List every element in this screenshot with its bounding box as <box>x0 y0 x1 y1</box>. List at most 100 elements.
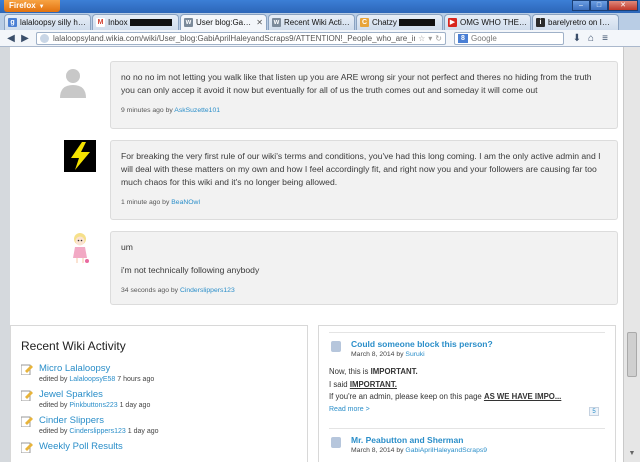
menu-icon[interactable]: ≡ <box>598 33 612 44</box>
close-tab-icon[interactable]: ✕ <box>256 18 263 27</box>
activity-time: 1 day ago <box>119 402 151 409</box>
lightning-avatar[interactable] <box>64 140 96 172</box>
forum-thread-icon <box>331 437 341 448</box>
tab-strip: g lalaloopsy silly hair ... M Inbox w Us… <box>0 13 640 30</box>
forward-button[interactable]: ▶ <box>18 32 32 45</box>
home-icon[interactable]: ⌂ <box>584 33 598 44</box>
close-window-button[interactable]: ✕ <box>608 0 638 11</box>
excerpt-text: I said <box>329 379 350 389</box>
firefox-menu-button[interactable]: Firefox ▼ <box>4 0 60 12</box>
comment-bubble: no no no im not letting you walk like th… <box>110 61 618 129</box>
tab-title: Recent Wiki Activit... <box>284 18 351 27</box>
chatzy-icon: C <box>360 18 369 27</box>
vertical-scrollbar[interactable]: ▼ <box>623 47 640 462</box>
edited-by-label: edited by <box>39 402 68 409</box>
forum-thread-meta: March 8, 2014 by Suruki <box>351 351 605 358</box>
comment-meta: 34 seconds ago by Cinderslippers123 <box>121 284 607 297</box>
comment-meta: 1 minute ago by BeaNOwl <box>121 196 607 209</box>
activity-time: 1 day ago <box>127 428 159 435</box>
gmail-icon: M <box>96 18 105 27</box>
wikia-icon: w <box>272 18 281 27</box>
tab-inbox[interactable]: M Inbox <box>92 14 179 30</box>
forum-thread-meta: March 8, 2014 by GabiAprilHaleyandScraps… <box>351 447 605 454</box>
bookmark-star-icon[interactable]: ☆ <box>418 34 425 43</box>
comment-bubble: um i'm not technically following anybody… <box>110 231 618 305</box>
google-icon: 8 <box>458 33 468 43</box>
activity-title-link[interactable]: Jewel Sparkles <box>39 389 150 400</box>
window-controls: – □ ✕ <box>572 0 638 11</box>
forum-thread-icon <box>331 341 341 352</box>
comment-text: For breaking the very first rule of our … <box>121 151 601 187</box>
tab-youtube[interactable]: ▶ OMG WHO THE H... <box>444 14 531 30</box>
edit-pencil-icon <box>21 364 33 375</box>
tab-google-search[interactable]: g lalaloopsy silly hair ... <box>4 14 91 30</box>
tab-title: lalaloopsy silly hair ... <box>20 18 87 27</box>
forum-activity-module: Could someone block this person? March 8… <box>318 325 616 462</box>
forum-author-link[interactable]: GabiAprilHaleyandScraps9 <box>405 447 487 454</box>
tab-title: User blog:GabiA... <box>196 18 255 27</box>
activity-user-link[interactable]: Cinderslippers123 <box>69 428 125 435</box>
firefox-button-label: Firefox <box>9 1 36 10</box>
maximize-button[interactable]: □ <box>590 0 608 11</box>
activity-meta: edited by Pinkbuttons223 1 day ago <box>39 402 150 409</box>
module-heading: Recent Wiki Activity <box>21 339 126 353</box>
activity-title-link[interactable]: Cinder Slippers <box>39 415 159 426</box>
back-button[interactable]: ◀ <box>4 32 18 45</box>
title-bar: Firefox ▼ – □ ✕ <box>0 0 640 13</box>
forum-thread-title-link[interactable]: Could someone block this person? <box>351 339 605 349</box>
minimize-button[interactable]: – <box>572 0 590 11</box>
activity-time: 7 hours ago <box>117 376 155 383</box>
chevron-down-icon: ▼ <box>38 4 45 10</box>
activity-title-link[interactable]: Weekly Poll Results <box>39 441 123 452</box>
excerpt-bold-underlined: IMPORTANT. <box>349 379 397 389</box>
forum-thread-date: March 8, 2014 by <box>351 351 404 358</box>
activity-item: Cinder Slippers edited by Cinderslippers… <box>21 415 297 435</box>
tab-recent-wiki-activity[interactable]: w Recent Wiki Activit... <box>268 14 355 30</box>
forum-thread-title-link[interactable]: Mr. Peabutton and Sherman <box>351 435 605 445</box>
reload-icon[interactable]: ↻ <box>435 34 442 43</box>
excerpt-bold: IMPORTANT. <box>370 367 418 376</box>
activity-meta: edited by Cinderslippers123 1 day ago <box>39 428 159 435</box>
comment-text: um <box>121 242 133 252</box>
download-icon[interactable]: ⬇ <box>570 33 584 44</box>
address-bar[interactable]: lalaloopsyland.wikia.com/wiki/User_blog:… <box>36 31 446 45</box>
activity-user-link[interactable]: Pinkbuttons223 <box>69 402 117 409</box>
site-identity-icon[interactable] <box>40 33 49 43</box>
activity-item: Weekly Poll Results <box>21 441 297 453</box>
comment-author-link[interactable]: Cinderslippers123 <box>180 287 235 294</box>
edit-pencil-icon <box>21 416 33 427</box>
search-placeholder: Google <box>471 33 497 43</box>
excerpt-text: If you're an admin, please keep on this … <box>329 392 484 401</box>
tab-chatzy[interactable]: C Chatzy <box>356 14 443 30</box>
tab-title: Chatzy <box>372 18 439 27</box>
default-avatar[interactable] <box>56 65 90 99</box>
forum-author-link[interactable]: Suruki <box>405 351 424 358</box>
comment-author-link[interactable]: AskSuzette101 <box>174 107 220 114</box>
scroll-down-arrow-icon[interactable]: ▼ <box>624 450 640 462</box>
tab-user-blog[interactable]: w User blog:GabiA... ✕ <box>180 14 267 30</box>
google-icon: g <box>8 18 17 27</box>
edited-by-label: edited by <box>39 428 68 435</box>
wikia-icon: w <box>184 18 193 27</box>
read-more-link[interactable]: Read more > <box>329 404 605 417</box>
url-text: lalaloopsyland.wikia.com/wiki/User_blog:… <box>53 33 416 43</box>
activity-title-link[interactable]: Micro Lalaloopsy <box>39 363 154 374</box>
toolbar-icons: ⬇ ⌂ ≡ <box>570 33 612 44</box>
page-viewport: no no no im not letting you walk like th… <box>0 47 623 462</box>
doll-avatar[interactable] <box>68 231 92 265</box>
activity-user-link[interactable]: LalaloopsyE58 <box>69 376 115 383</box>
forum-thread-date: March 8, 2014 by <box>351 447 404 454</box>
recent-wiki-activity-module: Recent Wiki Activity Micro Lalaloopsy ed… <box>10 325 308 462</box>
excerpt-line: Now, this is IMPORTANT. <box>329 366 605 379</box>
comment-author-link[interactable]: BeaNOwl <box>171 199 200 206</box>
dropdown-arrow-icon[interactable]: ▾ <box>428 34 432 43</box>
search-bar[interactable]: 8 Google <box>454 31 564 45</box>
scrollbar-thumb[interactable] <box>627 332 637 377</box>
forum-thread: Mr. Peabutton and Sherman March 8, 2014 … <box>329 428 605 454</box>
forum-thread-excerpt: Now, this is IMPORTANT. I said IMPORTANT… <box>329 366 605 416</box>
reply-count-badge[interactable]: 5 <box>589 407 599 416</box>
tab-imgur[interactable]: i barelyretro on Imgur <box>532 14 619 30</box>
activity-item: Jewel Sparkles edited by Pinkbuttons223 … <box>21 389 297 409</box>
comment-meta: 9 minutes ago by AskSuzette101 <box>121 104 607 117</box>
forum-thread: Could someone block this person? March 8… <box>329 332 605 416</box>
